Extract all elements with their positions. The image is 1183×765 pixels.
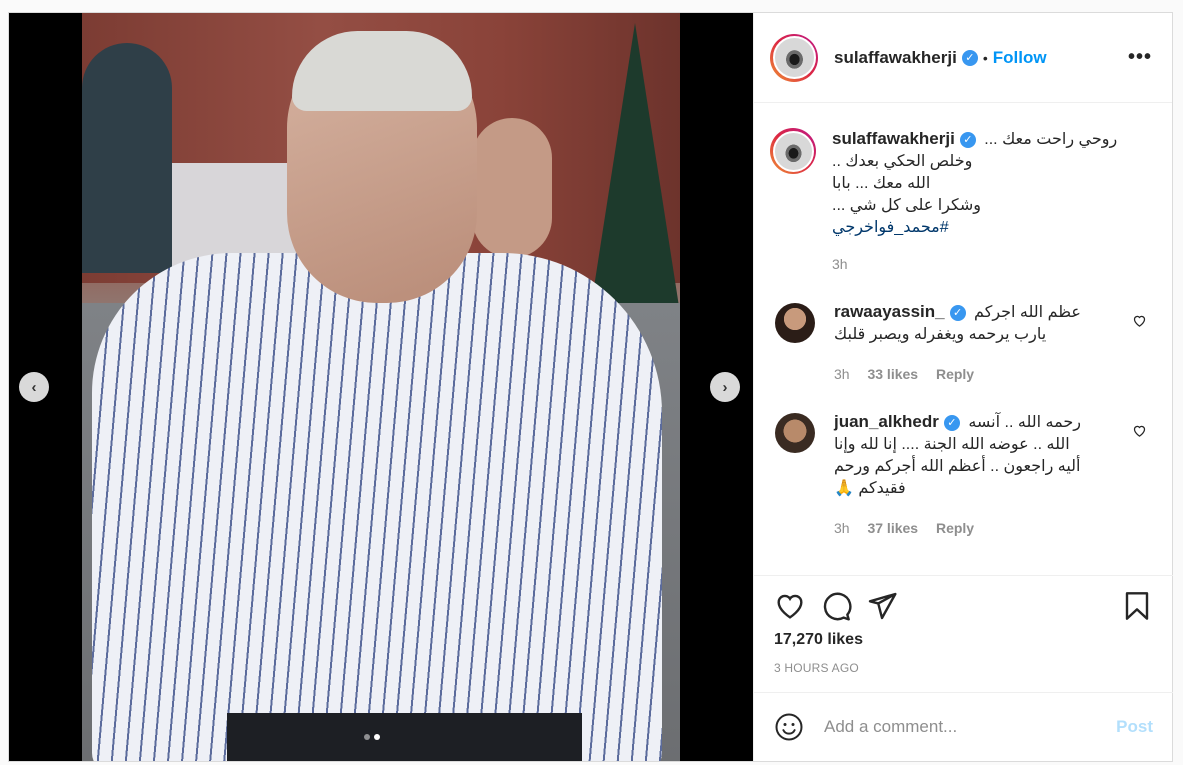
photo-subject-belt	[227, 713, 582, 761]
comment-time[interactable]: 3h	[834, 520, 850, 536]
like-heart-icon[interactable]	[774, 590, 806, 622]
media-dot	[364, 734, 370, 740]
comment-likes[interactable]: 37 likes	[867, 520, 918, 536]
post-comment-button[interactable]: Post	[1116, 717, 1153, 737]
author-username[interactable]: sulaffawakherji	[834, 48, 957, 68]
caption-time[interactable]: 3h	[832, 253, 1117, 275]
commenter-avatar[interactable]	[775, 303, 815, 343]
caption-username[interactable]: sulaffawakherji	[832, 129, 955, 148]
follow-button[interactable]: Follow	[993, 48, 1047, 68]
header-separator: •	[982, 49, 988, 66]
caption-text: sulaffawakherji ✓ روحي راحت معك ... وخلص …	[832, 128, 1117, 275]
post-sidebar: sulaffawakherji ✓ • Follow ••• sulaffawa…	[753, 13, 1173, 761]
media-indicator	[364, 734, 380, 740]
caption-line-3: الله معك ... بابا	[832, 175, 931, 192]
verified-badge-icon: ✓	[943, 414, 960, 431]
post-photo[interactable]	[82, 13, 680, 761]
media-viewer: ‹ ›	[9, 13, 753, 761]
comment-line-4: فقيدكم 🙏	[834, 480, 906, 497]
comments-list[interactable]: sulaffawakherji ✓ روحي راحت معك ... وخلص …	[754, 104, 1173, 574]
reply-button[interactable]: Reply	[936, 520, 974, 536]
comment-item: rawaayassin_ ✓ عظم الله اجركم يارب يرحمه …	[770, 301, 1157, 385]
verified-badge-icon: ✓	[949, 304, 966, 321]
comment-line-2: الله .. عوضه الله الجنة .... إنا لله وإن…	[834, 436, 1070, 453]
reply-button[interactable]: Reply	[936, 366, 974, 382]
comment-line-2: يارب يرحمه ويغفرله ويصبر قلبك	[834, 326, 1047, 343]
next-media-button[interactable]: ›	[710, 372, 740, 402]
comment-like-heart-icon[interactable]	[1132, 423, 1147, 438]
bookmark-icon[interactable]	[1121, 590, 1153, 622]
photo-bg-person	[472, 118, 552, 258]
chevron-left-icon: ‹	[31, 378, 37, 396]
chevron-right-icon: ›	[722, 378, 728, 396]
emoji-icon[interactable]	[774, 712, 804, 742]
caption-hashtag[interactable]: #محمد_فواخرجي	[832, 217, 1117, 239]
verified-badge-icon: ✓	[959, 131, 976, 148]
verified-badge-icon: ✓	[961, 49, 978, 66]
comment-item: juan_alkhedr ✓ رحمه الله .. آنسه الله .. …	[770, 411, 1157, 539]
post-header: sulaffawakherji ✓ • Follow •••	[754, 13, 1172, 103]
media-dot-active	[374, 734, 380, 740]
comment-bubble-icon[interactable]	[820, 590, 852, 622]
more-options-icon[interactable]: •••	[1128, 46, 1152, 69]
previous-media-button[interactable]: ‹	[19, 372, 49, 402]
comment-time[interactable]: 3h	[834, 366, 850, 382]
caption-avatar[interactable]	[770, 128, 816, 174]
avatar-image	[772, 130, 814, 172]
photo-bg-arch	[82, 43, 172, 273]
commenter-username[interactable]: juan_alkhedr	[834, 412, 939, 431]
comment-line-3: أليه راجعون .. أعظم الله أجركم ورحم	[834, 458, 1081, 475]
comment-line-1: عظم الله اجركم	[974, 304, 1081, 321]
action-icons	[774, 588, 1153, 624]
comment-line-1: رحمه الله .. آنسه	[968, 414, 1081, 431]
share-paper-plane-icon[interactable]	[866, 590, 898, 622]
post-actions: 17,270 likes 3 HOURS AGO	[754, 575, 1173, 692]
commenter-username[interactable]: rawaayassin_	[834, 302, 945, 321]
commenter-avatar[interactable]	[775, 413, 815, 453]
caption-line-2: وخلص الحكي بعدك ..	[832, 153, 973, 170]
caption-line-4: وشكرا على كل شي ...	[832, 197, 982, 214]
comment-likes[interactable]: 33 likes	[867, 366, 918, 382]
post-container: ‹ › sulaffawakherji ✓ • Follow ••• sulaf…	[8, 12, 1173, 762]
caption-line-1: روحي راحت معك ...	[984, 131, 1118, 148]
like-count[interactable]: 17,270 likes	[774, 631, 1153, 649]
author-avatar[interactable]	[770, 33, 818, 82]
comment-like-heart-icon[interactable]	[1132, 313, 1147, 328]
post-timestamp[interactable]: 3 HOURS AGO	[774, 661, 1153, 675]
add-comment-bar: Add a comment... Post	[754, 692, 1173, 761]
post-caption: sulaffawakherji ✓ روحي راحت معك ... وخلص …	[770, 104, 1157, 275]
photo-subject-shirt	[92, 253, 662, 761]
photo-subject-hair	[292, 31, 472, 111]
comment-text: rawaayassin_ ✓ عظم الله اجركم يارب يرحمه …	[834, 301, 1104, 385]
comment-input[interactable]: Add a comment...	[824, 717, 1116, 737]
comment-text: juan_alkhedr ✓ رحمه الله .. آنسه الله .. …	[834, 411, 1104, 539]
comment-meta: 3h 37 likes Reply	[834, 517, 1104, 539]
avatar-image	[772, 36, 816, 79]
comment-meta: 3h 33 likes Reply	[834, 363, 1104, 385]
